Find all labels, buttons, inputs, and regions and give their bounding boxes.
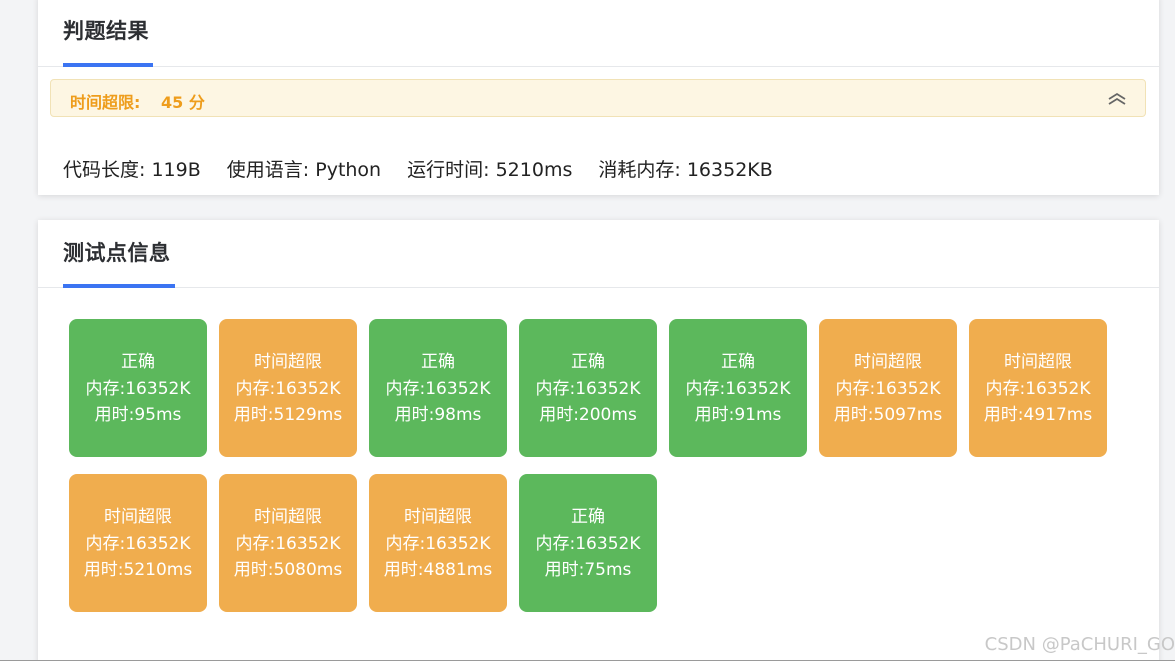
test-case-time: 用时:75ms	[544, 560, 632, 580]
test-case-status: 正确	[121, 352, 155, 372]
test-case-time: 用时:98ms	[394, 405, 482, 425]
result-title-underline	[63, 63, 153, 67]
test-case-status: 正确	[421, 352, 455, 372]
test-case-box[interactable]: 正确内存:16352K 用时:91ms	[669, 319, 807, 457]
submission-meta: 代码长度: 119B 使用语言: Python 运行时间: 5210ms 消耗内…	[63, 155, 793, 182]
test-case-status: 时间超限	[254, 507, 322, 527]
test-case-box[interactable]: 正确内存:16352K 用时:98ms	[369, 319, 507, 457]
test-case-memory: 内存:16352K	[535, 533, 641, 554]
test-case-memory: 内存:16352K	[535, 378, 641, 399]
language: 使用语言: Python	[226, 159, 382, 181]
double-chevron-up-icon[interactable]	[1107, 92, 1127, 106]
test-case-status: 时间超限	[1004, 352, 1072, 372]
test-case-time: 用时:95ms	[94, 405, 182, 425]
test-case-memory: 内存:16352K	[235, 378, 341, 399]
result-title: 判题结果	[63, 19, 149, 43]
test-case-status: 时间超限	[404, 507, 472, 527]
watermark: CSDN @PaCHURI_GO	[984, 634, 1175, 655]
test-case-status: 正确	[571, 352, 605, 372]
test-case-memory: 内存:16352K	[985, 378, 1091, 399]
test-case-status: 正确	[721, 352, 755, 372]
submission-page: 判题结果 时间超限: 45 分 代码长度: 119B 使用语言: Python …	[0, 0, 1175, 661]
test-case-status: 时间超限	[104, 507, 172, 527]
result-card: 判题结果 时间超限: 45 分 代码长度: 119B 使用语言: Python …	[38, 0, 1159, 195]
test-case-memory: 内存:16352K	[385, 533, 491, 554]
test-case-memory: 内存:16352K	[85, 533, 191, 554]
tests-title: 测试点信息	[63, 241, 171, 265]
test-case-box[interactable]: 时间超限内存:16352K 用时:4917ms	[969, 319, 1107, 457]
test-case-box[interactable]: 时间超限内存:16352K 用时:5210ms	[69, 474, 207, 612]
test-case-time: 用时:200ms	[539, 405, 637, 425]
test-case-memory: 内存:16352K	[835, 378, 941, 399]
tests-card-header: 测试点信息	[38, 220, 1159, 288]
test-case-status: 时间超限	[254, 352, 322, 372]
test-case-time: 用时:4917ms	[983, 405, 1093, 425]
test-case-memory: 内存:16352K	[385, 378, 491, 399]
test-case-time: 用时:4881ms	[383, 560, 493, 580]
result-card-header: 判题结果	[38, 0, 1159, 67]
memory-usage: 消耗内存: 16352KB	[598, 159, 773, 181]
test-case-box[interactable]: 时间超限内存:16352K 用时:5097ms	[819, 319, 957, 457]
test-case-box[interactable]: 时间超限内存:16352K 用时:5129ms	[219, 319, 357, 457]
test-case-time: 用时:5097ms	[833, 405, 943, 425]
run-time: 运行时间: 5210ms	[407, 159, 573, 181]
test-case-box[interactable]: 正确内存:16352K 用时:95ms	[69, 319, 207, 457]
tests-title-underline	[63, 284, 175, 288]
test-case-box[interactable]: 时间超限内存:16352K 用时:5080ms	[219, 474, 357, 612]
verdict-label: 时间超限:	[70, 93, 141, 112]
test-case-status: 时间超限	[854, 352, 922, 372]
code-length: 代码长度: 119B	[63, 159, 201, 181]
test-case-memory: 内存:16352K	[685, 378, 791, 399]
test-case-box[interactable]: 正确内存:16352K 用时:75ms	[519, 474, 657, 612]
test-case-box[interactable]: 时间超限内存:16352K 用时:4881ms	[369, 474, 507, 612]
test-case-memory: 内存:16352K	[235, 533, 341, 554]
test-case-status: 正确	[571, 507, 605, 527]
tests-card: 测试点信息 正确 内存:16352K 用时:95ms 时间超限 内存:16352K 用时:…	[38, 220, 1159, 661]
test-case-box[interactable]: 正确内存:16352K 用时:200ms	[519, 319, 657, 457]
verdict-collapse-bar[interactable]: 时间超限: 45 分	[50, 79, 1146, 117]
test-case-time: 用时:91ms	[694, 405, 782, 425]
test-case-memory: 内存:16352K	[85, 378, 191, 399]
test-case-time: 用时:5080ms	[233, 560, 343, 580]
test-case-time: 用时:5210ms	[83, 560, 193, 580]
verdict-score: 45 分	[161, 93, 205, 112]
test-case-time: 用时:5129ms	[233, 405, 343, 425]
